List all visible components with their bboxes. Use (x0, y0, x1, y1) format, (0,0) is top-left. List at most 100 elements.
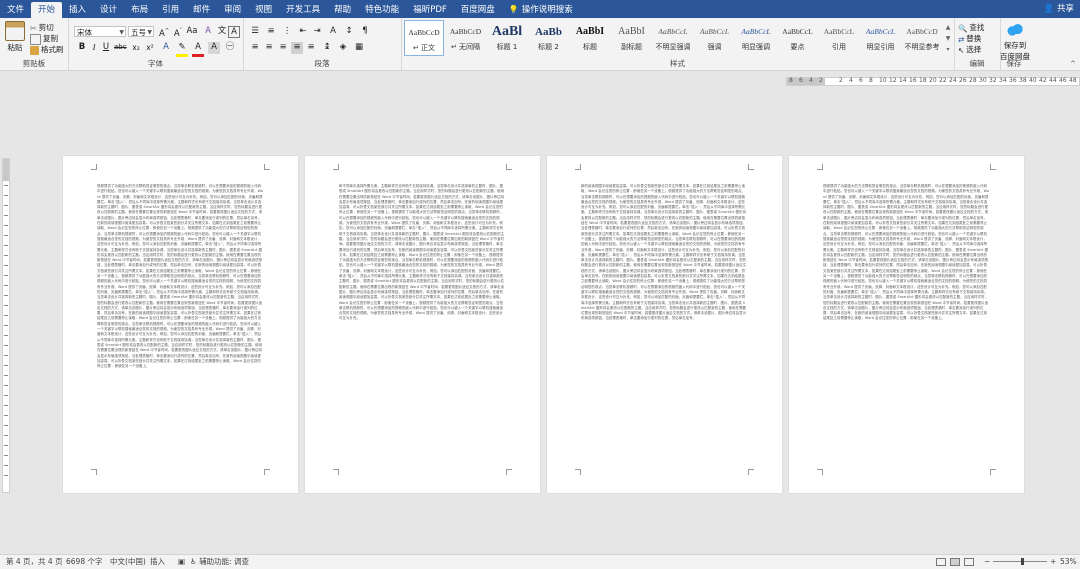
borders-icon[interactable]: ▦ (353, 42, 365, 54)
format-painter-button[interactable]: 格式刷 (30, 44, 64, 55)
align-right-icon[interactable]: ≡ (277, 42, 289, 54)
style-item[interactable]: AaBbI 副标题 (612, 20, 652, 56)
shrink-font-button[interactable]: Aˇ (172, 26, 184, 39)
accessibility-status[interactable]: ♿ 辅助功能: 调查 (190, 555, 249, 569)
tab-9[interactable]: 开发工具 (279, 2, 327, 18)
tab-10[interactable]: 帮助 (327, 2, 358, 18)
style-item[interactable]: AaBbCcL 明显引用 (861, 20, 901, 56)
tab-11[interactable]: 特色功能 (358, 2, 406, 18)
select-button[interactable]: ↖ 选择 (958, 44, 981, 55)
save-to-baidu-button[interactable]: 保存到 百度网盘 (998, 21, 1032, 62)
style-item[interactable]: AaBl 标题 1 (487, 20, 527, 56)
tab-5[interactable]: 引用 (155, 2, 186, 18)
align-left-icon[interactable]: ≡ (249, 42, 261, 54)
page-count[interactable]: 第 4 页，共 4 页 (6, 555, 63, 569)
tab-6[interactable]: 邮件 (186, 2, 217, 18)
decrease-indent-icon[interactable]: ⇤ (297, 26, 309, 38)
copy-button[interactable]: 复制 (30, 33, 58, 45)
zoom-slider-thumb[interactable] (1021, 558, 1024, 565)
enclose-char-icon[interactable]: ㊀ (224, 42, 236, 54)
style-item[interactable]: AaBbCcL 强调 (695, 20, 735, 56)
style-item[interactable]: AaBbCcL 要点 (778, 20, 818, 56)
paste-button[interactable]: 粘贴 (4, 21, 26, 53)
cut-button[interactable]: ✂ 剪切 (30, 22, 54, 33)
font-color-icon[interactable]: A (192, 42, 204, 57)
char-border-icon[interactable]: A (228, 26, 240, 38)
justify-icon[interactable]: ≡ (291, 42, 303, 54)
clear-format-icon[interactable]: A (202, 26, 214, 38)
macro-icon[interactable]: ▣ (178, 555, 185, 569)
line-spacing-icon[interactable]: ↨ (321, 42, 333, 54)
text-effects-icon[interactable]: A (160, 42, 172, 54)
bold-button[interactable]: B (76, 42, 88, 54)
style-item[interactable]: AaBbCcD ↵ 无间隔 (446, 20, 486, 56)
strikethrough-button[interactable]: abc (114, 42, 127, 54)
read-mode-icon[interactable] (936, 558, 946, 566)
tab-1[interactable]: 开始 (31, 2, 63, 18)
char-shading-icon[interactable]: A (208, 42, 220, 54)
language[interactable]: 中文(中国) (110, 555, 146, 569)
zoom-in-button[interactable]: + (1050, 555, 1056, 569)
increase-indent-icon[interactable]: ⇥ (311, 26, 323, 38)
document-page[interactable]: 视频提供了功能强大的方法帮助您证明您的观点。当您单击联机视频时，可以在想要添加的… (789, 156, 1024, 493)
chevron-down-icon[interactable]: ▼ (944, 33, 952, 44)
style-item[interactable]: AaBbCcD 不明显参考 (902, 20, 942, 56)
show-marks-icon[interactable]: ¶ (359, 26, 371, 38)
highlight-icon[interactable]: ✎ (176, 42, 188, 57)
numbering-icon[interactable]: ≡ (265, 26, 277, 38)
distributed-icon[interactable]: ≡ (305, 42, 317, 54)
web-layout-icon[interactable] (964, 558, 974, 566)
chinese-layout-icon[interactable]: A (327, 26, 339, 38)
tab-3[interactable]: 设计 (93, 2, 124, 18)
subscript-button[interactable]: x₂ (130, 42, 142, 54)
font-size-select[interactable]: 五号 ▼ (128, 26, 154, 37)
style-item[interactable]: AaBbCcL 不明显强调 (653, 20, 693, 56)
document-page[interactable]: 视频提供了功能强大的方法帮助您证明您的观点。当您单击联机视频时，可以在想要添加的… (63, 156, 298, 493)
document-page[interactable]: 和不同库中选择所需元素。主题和样式也有助于文档保持协调。当您单击设计并选择新的主… (305, 156, 540, 493)
style-item[interactable]: AaBbCcD ↵ 正文 (404, 20, 444, 56)
page-text[interactable]: 和不同库中选择所需元素。主题和样式也有助于文档保持协调。当您单击设计并选择新的主… (339, 184, 506, 466)
vertical-ruler[interactable] (2, 158, 10, 493)
phonetic-guide-icon[interactable]: 文 (216, 26, 228, 38)
shading-icon[interactable]: ◈ (337, 42, 349, 54)
zoom-slider[interactable] (993, 561, 1047, 562)
insert-mode[interactable]: 插入 (150, 555, 165, 569)
sort-icon[interactable]: ↕ (343, 26, 355, 38)
print-layout-icon[interactable] (950, 558, 960, 566)
font-name-select[interactable]: 宋体 ▼ (74, 26, 126, 37)
style-item[interactable]: AaBbCcL 引用 (819, 20, 859, 56)
italic-button[interactable]: I (88, 42, 100, 54)
style-item[interactable]: AaBbCcL 明显强调 (736, 20, 776, 56)
tab-0[interactable]: 文件 (0, 2, 31, 18)
zoom-out-button[interactable]: − (984, 555, 990, 569)
page-text[interactable]: 视频提供了功能强大的方法帮助您证明您的观点。当您单击联机视频时，可以在想要添加的… (97, 184, 264, 466)
style-item[interactable]: AaBb 标题 2 (529, 20, 569, 56)
change-case-button[interactable]: Aa (186, 26, 198, 38)
tab-13[interactable]: 百度网盘 (454, 2, 502, 18)
superscript-button[interactable]: x² (144, 42, 156, 54)
tab-4[interactable]: 布局 (124, 2, 155, 18)
replace-button[interactable]: ⇄ 替换 (958, 33, 981, 44)
page-text[interactable]: 新的阅读视图中阅读更加容易。可以折叠文档某些部分并关注所需文本。如果在达到结尾处… (581, 184, 748, 466)
bullets-icon[interactable]: ☰ (249, 26, 261, 38)
tab-2[interactable]: 插入 (62, 2, 93, 18)
chevron-up-icon[interactable]: ▲ (944, 22, 952, 33)
tab-7[interactable]: 审阅 (217, 2, 248, 18)
tab-8[interactable]: 视图 (248, 2, 279, 18)
word-count[interactable]: 6698 个字 (66, 555, 102, 569)
tab-12[interactable]: 福昕PDF (406, 2, 454, 18)
more-icon[interactable]: ▾ (944, 44, 952, 55)
collapse-ribbon-icon[interactable]: ^ (1070, 60, 1076, 68)
find-button[interactable]: 🔍 查找 (958, 22, 984, 33)
style-item[interactable]: AaBbI 标题 (570, 20, 610, 56)
zoom-level[interactable]: 53% (1060, 555, 1077, 569)
grow-font-button[interactable]: A^ (158, 26, 170, 39)
styles-scroll[interactable]: ▲ ▼ ▾ (944, 22, 952, 55)
share-button[interactable]: 👤 共享 (1044, 2, 1074, 16)
document-page[interactable]: 新的阅读视图中阅读更加容易。可以折叠文档某些部分并关注所需文本。如果在达到结尾处… (547, 156, 782, 493)
page-text[interactable]: 视频提供了功能强大的方法帮助您证明您的观点。当您单击联机视频时，可以在想要添加的… (823, 184, 990, 466)
underline-button[interactable]: U (100, 42, 112, 54)
align-center-icon[interactable]: ≡ (263, 42, 275, 54)
horizontal-ruler[interactable]: 8 6 4 2 2 4 6 8 10 12 14 16 18 20 22 24 26 28 30 32 34 36 38 40… (786, 77, 1080, 86)
tab-14[interactable]: 💡 操作说明搜索 (502, 2, 580, 18)
